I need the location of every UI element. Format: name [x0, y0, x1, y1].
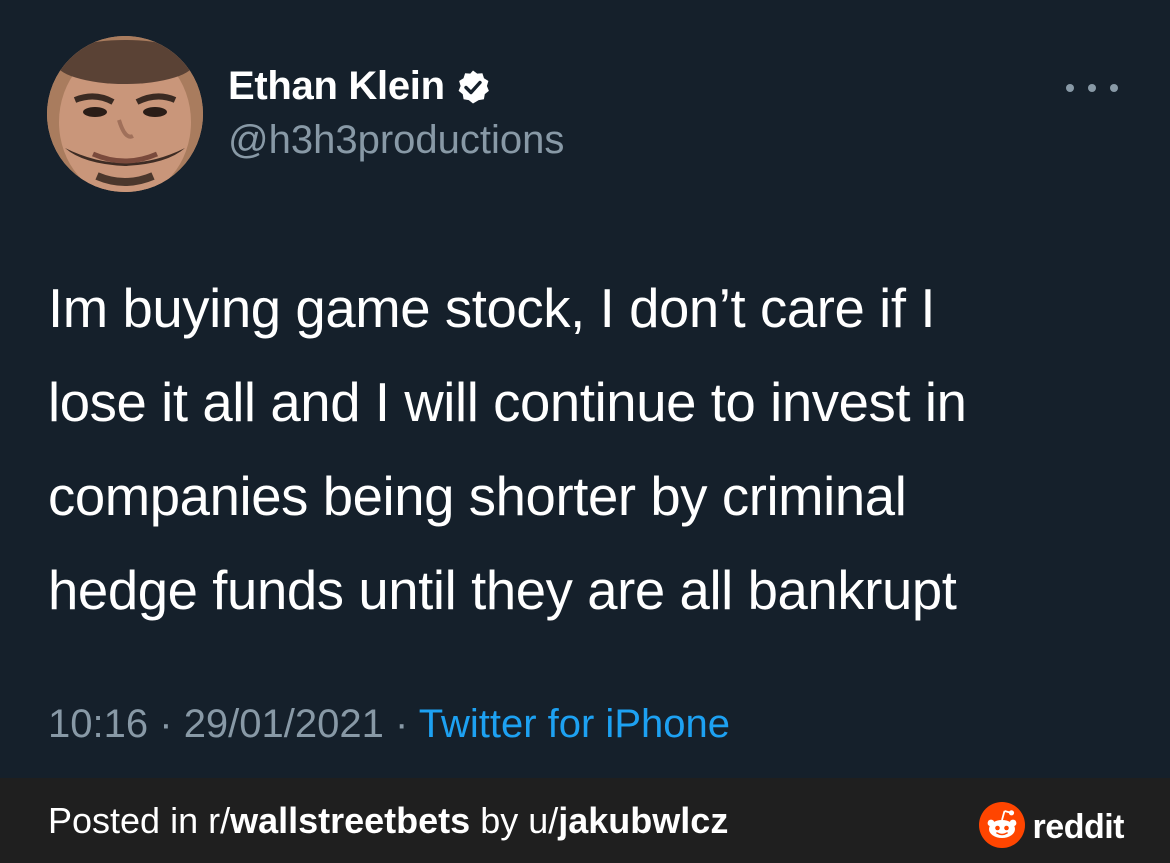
author-handle[interactable]: @h3h3productions [228, 118, 564, 163]
meta-separator: · [159, 702, 173, 746]
posted-in-text: Posted in r/wallstreetbets by u/jakubwlc… [48, 800, 728, 842]
tweet-date[interactable]: 29/01/2021 [184, 702, 384, 746]
username-link[interactable]: jakubwlcz [558, 800, 728, 841]
avatar[interactable] [47, 36, 203, 192]
author-display-name[interactable]: Ethan Klein [228, 64, 445, 109]
subreddit-link[interactable]: wallstreetbets [230, 800, 470, 841]
more-dot [1066, 84, 1074, 92]
posted-in-prefix: Posted in r/ [48, 800, 231, 841]
reddit-logo: reddit [978, 802, 1125, 853]
author-name-row: Ethan Klein [228, 64, 491, 109]
more-horizontal-icon[interactable] [1066, 76, 1118, 100]
meta-separator: · [395, 702, 409, 746]
tweet-source-link[interactable]: Twitter for iPhone [419, 702, 730, 746]
verified-badge-icon [455, 69, 491, 105]
reddit-wordmark: reddit [1032, 808, 1125, 846]
tweet-text: Im buying game stock, I don’t care if I … [48, 278, 967, 621]
avatar-image [47, 36, 203, 192]
tweet-card: Ethan Klein @h3h3productions Im buying g… [0, 0, 1170, 778]
more-dot [1088, 84, 1096, 92]
reddit-snoo-icon [978, 802, 1025, 853]
more-dot [1110, 84, 1118, 92]
tweet-meta: 10:16 · 29/01/2021 · Twitter for iPhone [48, 702, 730, 747]
reddit-footer: Posted in r/wallstreetbets by u/jakubwlc… [0, 778, 1170, 863]
tweet-time[interactable]: 10:16 [48, 702, 148, 746]
by-prefix: by u/ [470, 800, 559, 841]
